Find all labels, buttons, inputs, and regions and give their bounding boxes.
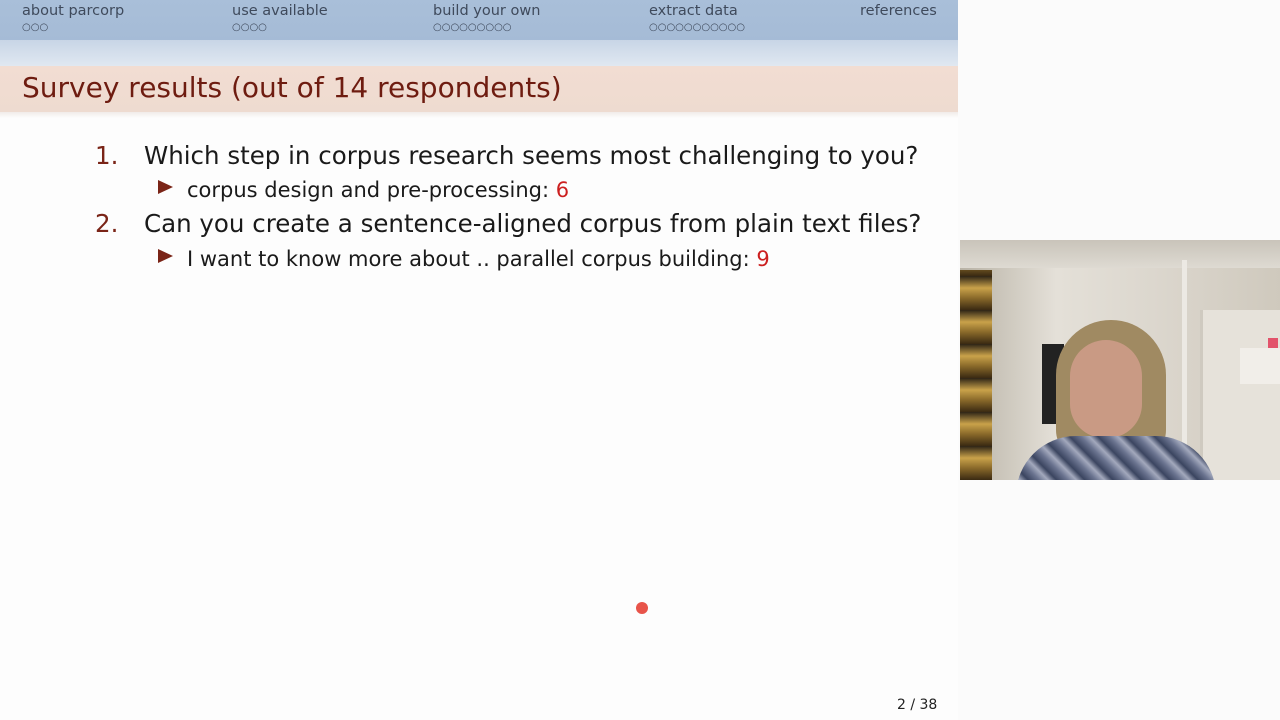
nav-section-label: references [860, 3, 937, 19]
webcam-ceiling [960, 240, 1280, 268]
navigation-band [0, 40, 958, 66]
nav-section-label: use available [232, 3, 328, 19]
nav-section-frame-dots[interactable]: ○○○ [22, 22, 124, 34]
survey-answer-2: I want to know more about .. parallel co… [158, 246, 770, 272]
nav-section-build-your-own[interactable]: build your own ○○○○○○○○○ [433, 3, 540, 34]
triangle-right-icon [158, 249, 173, 263]
answer-count: 9 [756, 247, 770, 271]
nav-section-about-parcorp[interactable]: about parcorp ○○○ [22, 3, 124, 34]
webcam-wall-note [1240, 348, 1280, 384]
frame-title-shadow [0, 112, 958, 118]
enum-number: 1. [95, 141, 119, 170]
slide-title: Survey results (out of 14 respondents) [22, 71, 562, 104]
nav-section-references[interactable]: references [860, 3, 937, 20]
presenter-webcam-video [960, 240, 1280, 480]
page-number: 2 / 38 [897, 697, 938, 713]
answer-text: I want to know more about .. parallel co… [187, 247, 757, 271]
nav-section-label: build your own [433, 3, 541, 19]
nav-section-use-available[interactable]: use available ○○○○ [232, 3, 328, 34]
slide-canvas: about parcorp ○○○ use available ○○○○ bui… [0, 0, 958, 720]
enum-number: 2. [95, 209, 119, 238]
nav-section-frame-dots[interactable]: ○○○○○○○○○ [433, 22, 540, 34]
webcam-curtain [960, 270, 992, 480]
nav-section-label: about parcorp [22, 3, 125, 19]
nav-section-frame-dots[interactable]: ○○○○ [232, 22, 328, 34]
answer-text: corpus design and pre-processing: [187, 178, 556, 202]
question-text: Can you create a sentence-aligned corpus… [143, 209, 922, 238]
triangle-right-icon [158, 180, 173, 194]
answer-count: 6 [555, 178, 570, 202]
section-navigation-bar: about parcorp ○○○ use available ○○○○ bui… [0, 0, 958, 40]
presenter-face [1070, 340, 1142, 438]
laser-pointer-dot [636, 602, 648, 614]
survey-question-1: 1. Which step in corpus research seems m… [95, 141, 918, 171]
question-text: Which step in corpus research seems most… [143, 141, 919, 170]
webcam-door [1200, 310, 1280, 480]
nav-section-extract-data[interactable]: extract data ○○○○○○○○○○○ [649, 3, 745, 34]
survey-answer-1: corpus design and pre-processing: 6 [158, 177, 569, 203]
webcam-pink-sticker [1268, 338, 1278, 348]
survey-question-2: 2. Can you create a sentence-aligned cor… [95, 209, 921, 239]
nav-section-label: extract data [649, 3, 738, 19]
nav-section-frame-dots[interactable]: ○○○○○○○○○○○ [649, 22, 745, 34]
